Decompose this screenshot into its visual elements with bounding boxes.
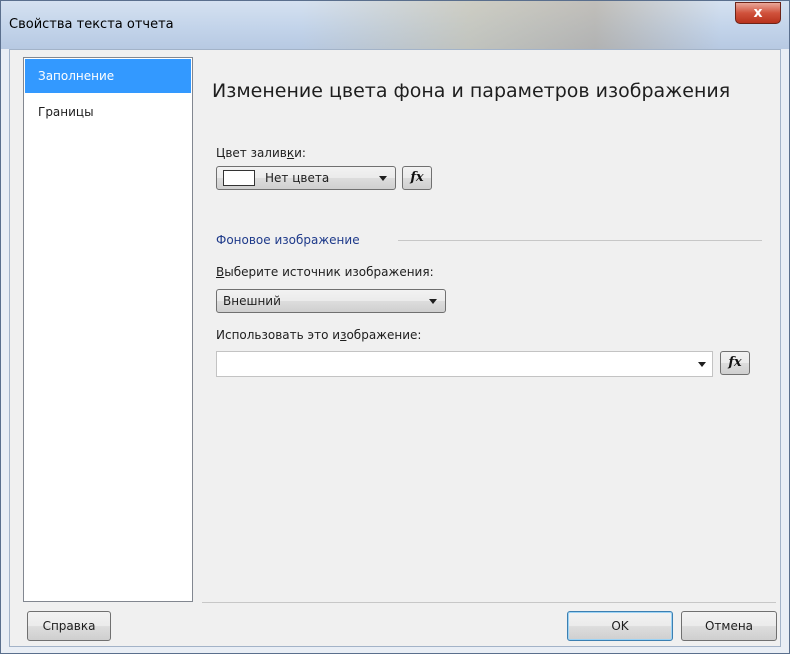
close-icon: x	[753, 5, 763, 21]
image-source-dropdown[interactable]: Внешний	[216, 289, 446, 313]
page-title: Изменение цвета фона и параметров изобра…	[212, 80, 731, 102]
nav-item-fill[interactable]: Заполнение	[25, 59, 191, 93]
use-image-label: Использовать это изображение:	[216, 328, 422, 342]
color-swatch	[223, 170, 255, 186]
window-title: Свойства текста отчета	[9, 17, 174, 32]
fx-icon: fx	[410, 170, 424, 185]
fill-color-expression-button[interactable]: fx	[402, 166, 432, 190]
use-image-combo[interactable]	[216, 351, 713, 377]
nav-item-borders[interactable]: Границы	[24, 94, 192, 130]
content-panel: Изменение цвета фона и параметров изобра…	[202, 50, 780, 646]
cancel-button[interactable]: Отмена	[681, 611, 777, 641]
dropdown-arrow-icon	[379, 176, 387, 181]
dialog-window: Свойства текста отчета x Заполнение Гран…	[0, 0, 790, 654]
image-source-label: Выберите источник изображения:	[216, 265, 434, 279]
help-button[interactable]: Справка	[27, 611, 111, 641]
footer-divider	[202, 602, 776, 603]
dropdown-arrow-icon	[429, 299, 437, 304]
group-divider	[398, 240, 762, 241]
dialog-body: Заполнение Границы Изменение цвета фона …	[9, 49, 781, 647]
image-expression-button[interactable]: fx	[720, 351, 750, 375]
fill-color-value: Нет цвета	[265, 171, 330, 185]
fill-color-label: Цвет заливки:	[216, 146, 306, 160]
ok-button[interactable]: OK	[567, 611, 673, 641]
title-bar[interactable]: Свойства текста отчета x	[1, 1, 789, 49]
fill-color-dropdown[interactable]: Нет цвета	[216, 166, 396, 190]
navigation-list: Заполнение Границы	[23, 57, 193, 602]
close-button[interactable]: x	[735, 2, 781, 24]
dropdown-arrow-icon	[698, 362, 706, 367]
background-image-group-title: Фоновое изображение	[216, 233, 360, 247]
title-bar-background	[301, 1, 721, 49]
image-source-value: Внешний	[223, 294, 281, 308]
fx-icon: fx	[728, 355, 742, 370]
